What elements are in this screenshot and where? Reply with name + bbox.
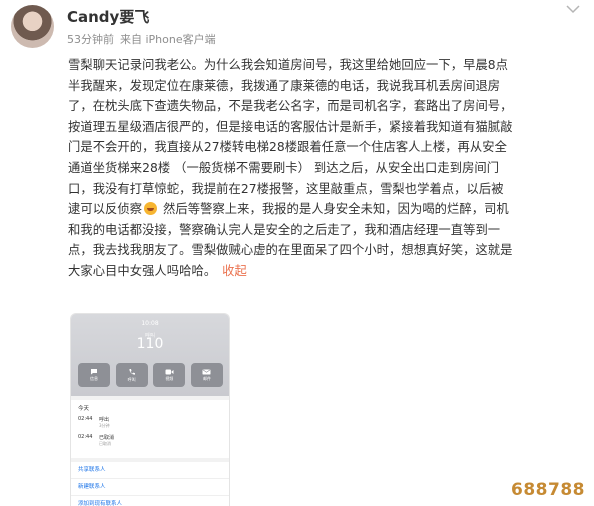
- video-icon: [165, 369, 174, 374]
- video-action: 视频: [153, 363, 186, 387]
- chevron-down-icon[interactable]: [564, 2, 582, 16]
- post-line: 通道坐货梯来28楼 （一般货梯不需要刷卡） 到达之后，从安全出口走到房间门: [68, 160, 500, 175]
- post-line-part: 然后等警察上来，我报的是人身安全未知，因为喝的烂醉，司机: [159, 202, 509, 217]
- collapse-link[interactable]: 收起: [222, 264, 247, 278]
- call-history: 今天 02:44 呼出 3分钟 02:44 已取消 已取消: [71, 400, 229, 458]
- post-body: 雪梨聊天记录问我老公。为什么我会知道房间号，我这里给她回应一下，早晨8点 半我醒…: [68, 55, 588, 282]
- avatar[interactable]: [11, 5, 54, 48]
- history-sub: 3分钟: [99, 423, 110, 428]
- post-header: Candy要飞 53分钟前 来自 iPhone客户端: [0, 0, 594, 54]
- phone-action: 呼叫: [115, 363, 148, 387]
- message-action: 信息: [78, 363, 110, 387]
- call-action-label: 信息: [90, 376, 98, 381]
- post-line: 雪梨聊天记录问我老公。为什么我会知道房间号，我这里给她回应一下，早晨8点: [68, 58, 509, 72]
- call-number: 110: [136, 336, 164, 352]
- laughing-emoji-icon: [144, 202, 158, 216]
- post-line: 了，在枕头底下查遗失物品，不是我老公名字，而是司机名字，套路出了房间号，: [68, 99, 513, 114]
- post-line: 大家心目中女强人吗哈哈。 收起: [68, 261, 588, 282]
- history-title: 今天: [78, 406, 90, 412]
- contact-menu: 共享联系人 新建联系人 添加到现有联系人: [71, 462, 229, 506]
- post-line: 点，我去找我朋友了。雪梨做贼心虚的在里面呆了四个小时，想想真好笑，这就是: [68, 243, 513, 258]
- mail-icon: [202, 369, 211, 374]
- history-row: 02:44 已取消 已取消: [78, 434, 218, 450]
- status-time: 10:08: [141, 320, 159, 327]
- post-last-line: 大家心目中女强人吗哈哈。: [68, 263, 217, 278]
- new-contact-item: 新建联系人: [71, 479, 229, 496]
- post-line-part: 逮可以反侦察: [68, 202, 143, 217]
- post-source: 来自 iPhone客户端: [120, 33, 216, 46]
- post-line: 和我的电话都没接，警察确认完人是安全的之后走了，我和酒店经理一直等到一: [68, 222, 501, 237]
- post-line: 半我醒来，发现定位在康莱德，我拨通了康莱德的电话，我说我耳机丢房间退房: [68, 78, 501, 93]
- history-type: 呼出: [99, 417, 110, 423]
- history-time: 02:44: [78, 434, 93, 440]
- history-row: 02:44 呼出 3分钟: [78, 416, 218, 432]
- post-time: 53分钟前: [67, 33, 114, 46]
- history-time: 02:44: [78, 416, 93, 422]
- call-action-label: 邮件: [202, 375, 211, 381]
- call-actions: 信息 呼叫 视频 邮件: [78, 363, 223, 388]
- call-action-label: 呼叫: [127, 376, 136, 382]
- phone-icon: [129, 368, 135, 375]
- post-line: 口，我没有打草惊蛇，我提前在27楼报警，这里敲重点，雪梨也学着点，以后被: [68, 181, 504, 196]
- post-meta: 53分钟前 来自 iPhone客户端: [67, 31, 216, 47]
- mail-action: 邮件: [190, 363, 223, 387]
- history-sub: 已取消: [99, 441, 111, 446]
- attached-screenshot[interactable]: 10:08 呼叫 110 信息 呼叫 视频 邮件 今天 02:44 呼出 3分钟…: [70, 313, 230, 506]
- share-contact-item: 共享联系人: [71, 462, 229, 479]
- post-line: 门是不会开的，我直接从27楼转电梯28楼跟着任意一个住店客人上楼，再从安全: [68, 140, 507, 155]
- call-header: 10:08 呼叫 110 信息 呼叫 视频 邮件: [71, 314, 229, 396]
- username[interactable]: Candy要飞: [67, 6, 149, 27]
- history-type: 已取消: [99, 435, 115, 441]
- post-line: 逮可以反侦察 然后等警察上来，我报的是人身安全未知，因为喝的烂醉，司机: [68, 199, 588, 220]
- call-action-label: 视频: [165, 375, 174, 381]
- post-line: 按道理五星级酒店很严的，但是接电话的客服估计是新手，紧接着我知道有猫腻敲: [68, 119, 513, 134]
- watermark: 688788: [511, 480, 585, 500]
- message-icon: [91, 369, 97, 375]
